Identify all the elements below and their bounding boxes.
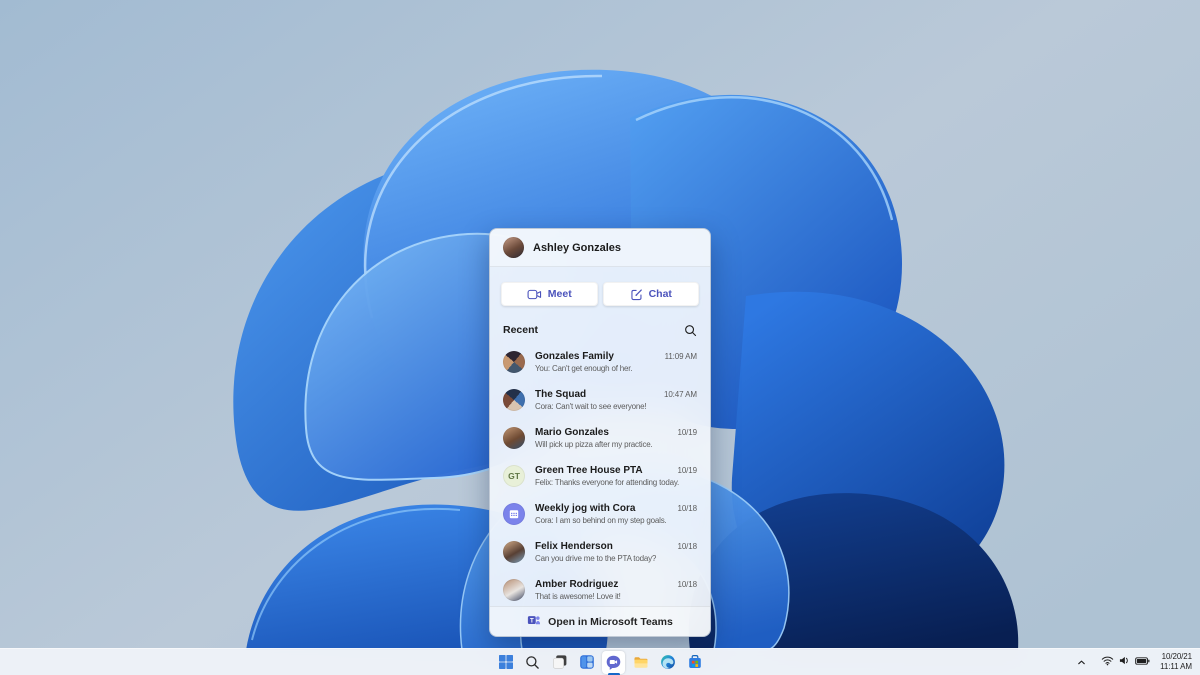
chat-preview: Cora: I am so behind on my step goals. bbox=[535, 516, 667, 525]
chat-name: Mario Gonzales bbox=[535, 427, 609, 438]
chat-item-body: Gonzales Family 11:09 AM You: Can't get en… bbox=[535, 351, 697, 373]
quick-settings-button[interactable] bbox=[1096, 651, 1155, 674]
open-in-teams-button[interactable]: T Open in Microsoft Teams bbox=[490, 606, 710, 636]
chat-name: The Squad bbox=[535, 389, 587, 400]
chat-item-body: The Squad 10:47 AM Cora: Can't wait to see… bbox=[535, 389, 697, 411]
chat-timestamp: 11:09 AM bbox=[664, 352, 698, 361]
svg-text:T: T bbox=[530, 617, 534, 624]
chat-timestamp: 10/19 bbox=[677, 428, 697, 437]
start-icon bbox=[498, 654, 514, 670]
chat-preview: Felix: Thanks everyone for attending tod… bbox=[535, 478, 680, 487]
chat-avatar bbox=[503, 541, 525, 563]
meet-button-label: Meet bbox=[547, 288, 572, 300]
chat-name: Gonzales Family bbox=[535, 351, 614, 362]
chat-list-item[interactable]: Amber Rodriguez 10/18 That is awesome! Lov… bbox=[490, 571, 710, 609]
user-name: Ashley Gonzales bbox=[533, 241, 622, 254]
taskbar-widgets-button[interactable] bbox=[575, 651, 598, 674]
chat-timestamp: 10/18 bbox=[677, 542, 697, 551]
taskbar-task-view-button[interactable] bbox=[548, 651, 571, 674]
tray-time: 11:11 AM bbox=[1160, 662, 1192, 671]
wifi-icon bbox=[1101, 653, 1114, 671]
chat-avatar bbox=[503, 351, 525, 373]
search-icon bbox=[525, 655, 540, 670]
taskbar-search-button[interactable] bbox=[521, 651, 544, 674]
taskbar-icon-group bbox=[0, 649, 1200, 675]
chat-preview: You: Can't get enough of her. bbox=[535, 364, 633, 373]
chat-avatar bbox=[503, 389, 525, 411]
chat-avatar bbox=[503, 579, 525, 601]
compose-icon bbox=[630, 288, 643, 301]
chat-name: Amber Rodriguez bbox=[535, 579, 619, 590]
chat-list-item[interactable]: Mario Gonzales 10/19 Will pick up pizza af… bbox=[490, 419, 710, 457]
chat-avatar: GT bbox=[503, 465, 525, 487]
teams-logo-icon: T bbox=[527, 613, 541, 630]
open-in-teams-label: Open in Microsoft Teams bbox=[548, 615, 673, 628]
chat-icon bbox=[605, 654, 622, 671]
chat-list-item[interactable]: GT Green Tree House PTA 10/19 Felix: Thanks… bbox=[490, 457, 710, 495]
recent-label: Recent bbox=[503, 324, 539, 336]
teams-chat-flyout: Ashley Gonzales Meet Chat Recent Gonzale… bbox=[489, 228, 711, 637]
taskbar: 10/20/21 11:11 AM bbox=[0, 648, 1200, 675]
video-camera-icon bbox=[527, 289, 542, 300]
store-icon bbox=[687, 654, 703, 670]
chat-avatar bbox=[503, 427, 525, 449]
chat-list-item[interactable]: Gonzales Family 11:09 AM You: Can't get en… bbox=[490, 343, 710, 381]
chat-name: Weekly jog with Cora bbox=[535, 503, 636, 514]
chat-timestamp: 10/19 bbox=[677, 466, 697, 475]
speaker-icon bbox=[1118, 653, 1131, 671]
chat-name: Felix Henderson bbox=[535, 541, 613, 552]
chat-name: Green Tree House PTA bbox=[535, 465, 643, 476]
chat-item-body: Felix Henderson 10/18 Can you drive me to … bbox=[535, 541, 697, 563]
chat-item-body: Green Tree House PTA 10/19 Felix: Thanks e… bbox=[535, 465, 697, 487]
system-tray: 10/20/21 11:11 AM bbox=[1072, 649, 1200, 675]
chat-list-item[interactable]: Weekly jog with Cora 10/18 Cora: I am so b… bbox=[490, 495, 710, 533]
chat-preview: Can you drive me to the PTA today? bbox=[535, 554, 657, 563]
teams-panel-header: Ashley Gonzales bbox=[490, 229, 710, 267]
recent-row: Recent bbox=[490, 306, 710, 343]
chat-list-item[interactable]: The Squad 10:47 AM Cora: Can't wait to see… bbox=[490, 381, 710, 419]
taskbar-edge-button[interactable] bbox=[656, 651, 679, 674]
chat-button[interactable]: Chat bbox=[602, 282, 699, 306]
chat-timestamp: 10/18 bbox=[677, 580, 697, 589]
chat-item-body: Mario Gonzales 10/19 Will pick up pizza af… bbox=[535, 427, 697, 449]
recent-chat-list: Gonzales Family 11:09 AM You: Can't get en… bbox=[490, 343, 710, 609]
chat-preview: Cora: Can't wait to see everyone! bbox=[535, 402, 647, 411]
chat-list-item[interactable]: Felix Henderson 10/18 Can you drive me to … bbox=[490, 533, 710, 571]
taskbar-store-button[interactable] bbox=[683, 651, 706, 674]
user-avatar bbox=[503, 237, 524, 258]
taskbar-start-button[interactable] bbox=[494, 651, 517, 674]
widgets-icon bbox=[579, 654, 595, 670]
task-view-icon bbox=[552, 654, 568, 670]
chat-preview: Will pick up pizza after my practice. bbox=[535, 440, 653, 449]
taskbar-file-explorer-button[interactable] bbox=[629, 651, 652, 674]
search-icon[interactable] bbox=[683, 323, 697, 337]
chat-timestamp: 10/18 bbox=[677, 504, 697, 513]
clock[interactable]: 10/20/21 11:11 AM bbox=[1157, 652, 1195, 672]
panel-actions: Meet Chat bbox=[490, 267, 710, 306]
desktop: Ashley Gonzales Meet Chat Recent Gonzale… bbox=[0, 0, 1200, 675]
chat-preview: That is awesome! Love it! bbox=[535, 592, 621, 601]
tray-date: 10/20/21 bbox=[1161, 652, 1192, 661]
chat-timestamp: 10:47 AM bbox=[663, 390, 697, 399]
file-explorer-icon bbox=[633, 654, 649, 670]
taskbar-chat-button[interactable] bbox=[602, 650, 625, 674]
battery-icon bbox=[1135, 653, 1150, 671]
chat-button-label: Chat bbox=[648, 288, 672, 300]
chat-item-body: Amber Rodriguez 10/18 That is awesome! Lov… bbox=[535, 579, 697, 601]
chat-item-body: Weekly jog with Cora 10/18 Cora: I am so b… bbox=[535, 503, 697, 525]
meet-button[interactable]: Meet bbox=[501, 282, 598, 306]
chat-avatar bbox=[503, 503, 525, 525]
hidden-icons-chevron-icon[interactable] bbox=[1072, 651, 1090, 674]
edge-icon bbox=[660, 654, 676, 670]
